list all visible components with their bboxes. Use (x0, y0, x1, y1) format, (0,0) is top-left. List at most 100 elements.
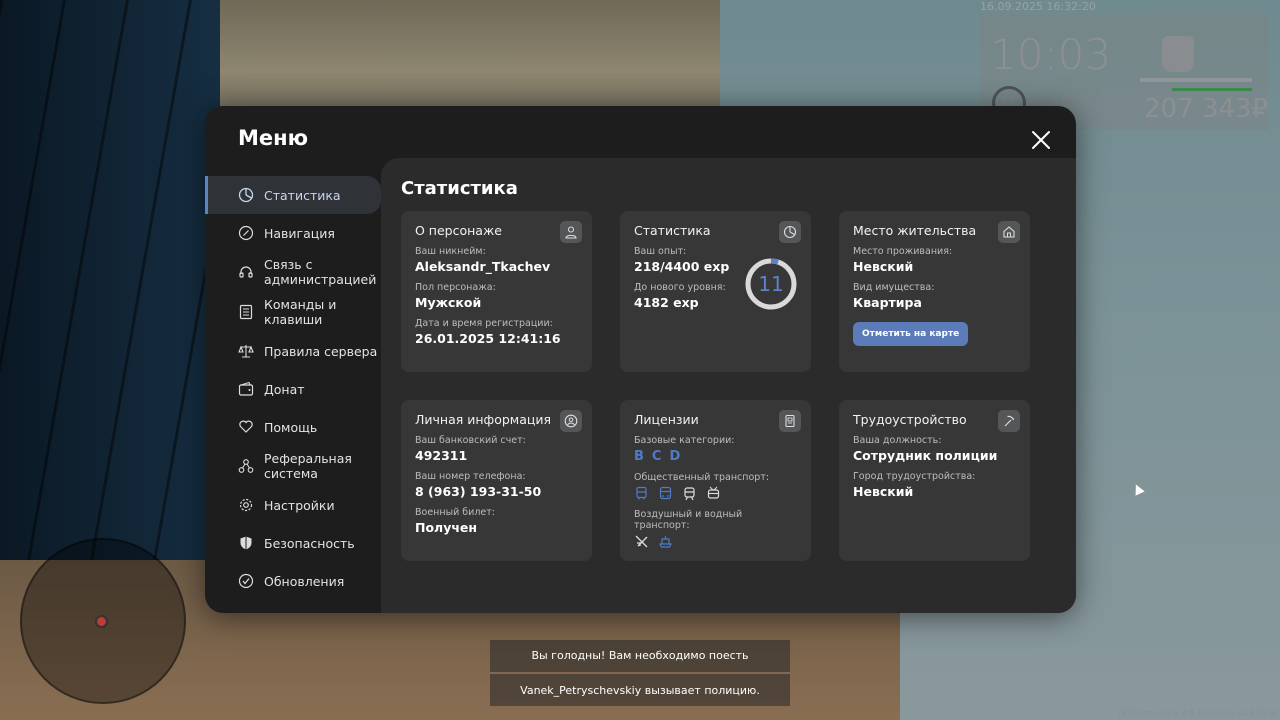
licenses-card: Лицензии Базовые категории: B C D Общест… (620, 400, 811, 561)
card-title: О персонаже (415, 223, 502, 238)
wallet-icon (238, 381, 254, 396)
card-title: Трудоустройство (853, 412, 967, 427)
personal-info-card: Личная информация Ваш банковский счет: 4… (401, 400, 592, 561)
chat-message: Вы голодны! Вам необходимо поесть (531, 649, 749, 662)
sidebar-item-updates[interactable]: Обновления (205, 562, 381, 600)
user-icon (565, 226, 577, 239)
sidebar-item-label: Реферальная система (264, 451, 352, 481)
sidebar-item-statistics[interactable]: Статистика (205, 176, 381, 214)
exp-label: Ваш опыт: (634, 246, 687, 257)
air-water-transport-icons (634, 534, 797, 549)
license-icon (785, 414, 795, 428)
radar-player-marker (95, 615, 108, 628)
hud-money: 207 343₽ (1144, 94, 1269, 124)
level-number: 11 (758, 272, 784, 296)
pickaxe-icon (1004, 415, 1015, 427)
sidebar-item-label: Статистика (264, 187, 341, 203)
mark-on-map-button[interactable]: Отметить на карте (853, 322, 969, 346)
build-info: MTA:Province #4 (build: 6.12418.9) (1118, 709, 1278, 719)
close-icon (1032, 131, 1050, 149)
boat-icon (659, 536, 672, 548)
gear-icon (239, 498, 253, 512)
license-category-b: B (634, 449, 644, 464)
sidebar-item-label: Донат (264, 381, 305, 397)
sidebar-item-referral[interactable]: Реферальная система (205, 446, 381, 486)
gender-value: Мужской (415, 295, 482, 310)
user-circle-icon (564, 414, 578, 428)
bank-value: 492311 (415, 448, 468, 463)
card-icon-button (560, 221, 582, 243)
position-label: Ваша должность: (853, 435, 942, 446)
sidebar-item-label: Правила сервера (264, 343, 378, 359)
phone-label: Ваш номер телефона: (415, 471, 526, 482)
residence-value: Невский (853, 259, 914, 274)
registration-label: Дата и время регистрации: (415, 318, 553, 329)
license-category-d: D (669, 449, 681, 464)
sidebar-item-label: Безопасность (264, 535, 355, 551)
gender-label: Пол персонажа: (415, 282, 496, 293)
military-value: Получен (415, 520, 478, 535)
sidebar-item-label: Настройки (264, 497, 335, 513)
registration-value: 26.01.2025 12:41:16 (415, 331, 561, 346)
residence-card: Место жительства Место проживания: Невск… (839, 211, 1030, 372)
card-title: Лицензии (634, 412, 699, 427)
bus-icon (636, 486, 647, 500)
property-value: Квартира (853, 295, 922, 310)
plane-icon (635, 535, 648, 548)
sidebar-item-label: Команды и клавиши (264, 297, 337, 327)
sidebar-item-donate[interactable]: Донат (205, 370, 381, 408)
employment-card: Трудоустройство Ваша должность: Сотрудни… (839, 400, 1030, 561)
menu-window: Меню Статистика Навигация Связь с админи… (205, 106, 1076, 613)
card-title: Статистика (634, 223, 711, 238)
headset-icon (239, 266, 253, 278)
employment-city-label: Город трудоустройства: (853, 471, 976, 482)
network-icon (238, 459, 254, 473)
nickname-label: Ваш никнейм: (415, 246, 486, 257)
tram-icon (684, 487, 695, 501)
heart-hand-icon (239, 420, 253, 433)
license-categories: B C D (634, 449, 797, 464)
employment-city-value: Невский (853, 484, 914, 499)
coach-icon (659, 486, 672, 500)
card-icon-button (779, 221, 801, 243)
background-ceiling (220, 0, 720, 120)
pie-chart-icon (783, 225, 797, 239)
residence-label: Место проживания: (853, 246, 953, 257)
hud-clock: 10:03 (990, 30, 1112, 79)
license-category-c: C (651, 449, 662, 464)
check-circle-icon (238, 573, 254, 589)
sidebar: Статистика Навигация Связь с администрац… (205, 176, 381, 600)
sidebar-item-rules[interactable]: Правила сервера (205, 332, 381, 370)
statistics-card: Статистика Ваш опыт: 218/4400 exp До нов… (620, 211, 811, 372)
sidebar-item-security[interactable]: Безопасность (205, 524, 381, 562)
pie-chart-icon (238, 187, 254, 203)
close-button[interactable] (1029, 128, 1053, 152)
position-value: Сотрудник полиции (853, 448, 998, 463)
sidebar-item-settings[interactable]: Настройки (205, 486, 381, 524)
card-icon-button (560, 410, 582, 432)
home-icon (1003, 226, 1015, 238)
card-icon-button (779, 410, 801, 432)
sidebar-item-help[interactable]: Помощь (205, 408, 381, 446)
card-title: Личная информация (415, 412, 552, 427)
card-icon-button (998, 410, 1020, 432)
scales-icon (238, 345, 254, 358)
card-icon-button (998, 221, 1020, 243)
air-water-transport-label: Воздушный и водный транспорт: (634, 509, 743, 531)
health-bar (1140, 78, 1252, 82)
sidebar-item-label: Связь с администрацией (264, 257, 377, 287)
sidebar-item-admin-contact[interactable]: Связь с администрацией (205, 252, 381, 292)
sidebar-item-navigation[interactable]: Навигация (205, 214, 381, 252)
property-label: Вид имущества: (853, 282, 935, 293)
sidebar-item-label: Обновления (264, 573, 345, 589)
military-label: Военный билет: (415, 507, 495, 518)
character-card: О персонаже Ваш никнейм: Aleksandr_Tkach… (401, 211, 592, 372)
sidebar-item-label: Навигация (264, 225, 335, 241)
public-transport-icons (634, 486, 797, 501)
content-panel: Статистика О персонаже Ваш никнейм: Alek… (381, 158, 1076, 613)
armor-bar (1172, 88, 1252, 91)
sidebar-item-commands[interactable]: Команды и клавиши (205, 292, 381, 332)
bank-label: Ваш банковский счет: (415, 435, 526, 446)
trolleybus-icon (707, 486, 720, 499)
nickname-value: Aleksandr_Tkachev (415, 259, 551, 274)
